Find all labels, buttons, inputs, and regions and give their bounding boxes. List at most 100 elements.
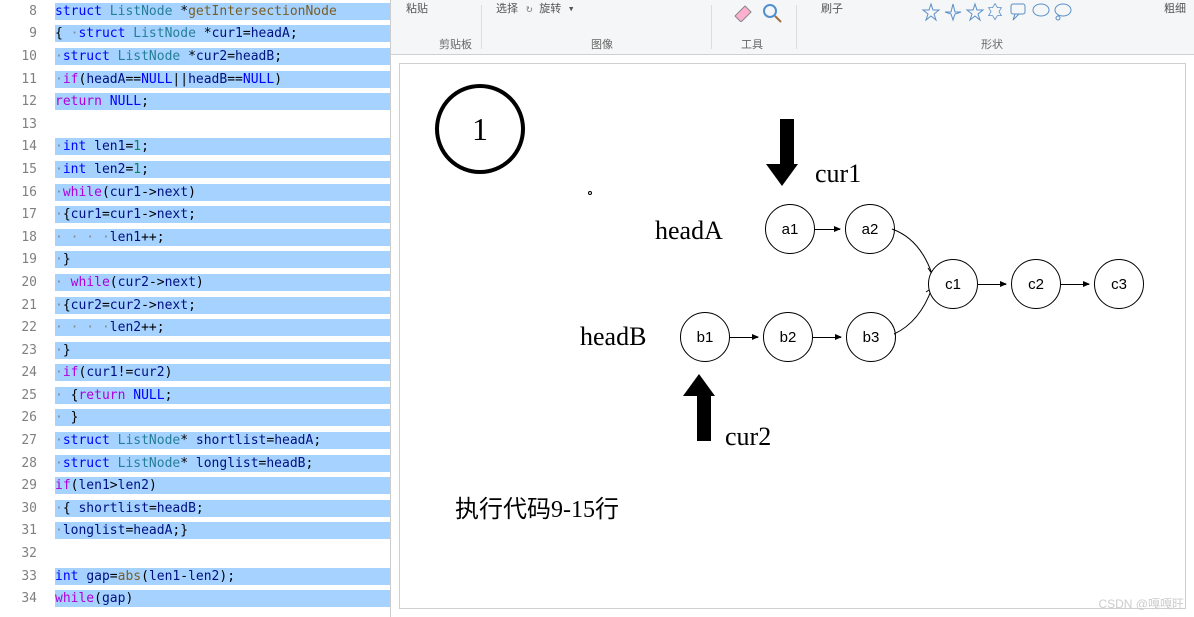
code-line[interactable]: 23·} bbox=[0, 339, 390, 362]
code-content[interactable]: ·if(cur1!=cur2) bbox=[55, 364, 390, 381]
code-content[interactable]: int gap=abs(len1-len2); bbox=[55, 568, 390, 585]
code-line[interactable]: 10·struct ListNode *cur2=headB; bbox=[0, 45, 390, 68]
line-number: 27 bbox=[0, 433, 55, 448]
node-b3: b3 bbox=[846, 312, 896, 362]
callout2-icon[interactable] bbox=[1031, 2, 1051, 22]
code-line[interactable]: 8struct ListNode *getIntersectionNode bbox=[0, 0, 390, 23]
code-content[interactable] bbox=[55, 553, 390, 555]
line-number: 28 bbox=[0, 456, 55, 471]
node-b2: b2 bbox=[763, 312, 813, 362]
star6-icon[interactable] bbox=[987, 2, 1007, 22]
line-number: 14 bbox=[0, 139, 55, 154]
node-a2: a2 bbox=[845, 204, 895, 254]
line-number: 34 bbox=[0, 591, 55, 606]
line-number: 11 bbox=[0, 72, 55, 87]
code-line[interactable]: 13 bbox=[0, 113, 390, 136]
code-content[interactable]: ·int len1=1; bbox=[55, 138, 390, 155]
callout-icon[interactable] bbox=[1009, 2, 1029, 22]
code-content[interactable]: struct ListNode *getIntersectionNode bbox=[55, 3, 390, 20]
line-number: 30 bbox=[0, 501, 55, 516]
line-number: 23 bbox=[0, 343, 55, 358]
line-number: 17 bbox=[0, 207, 55, 222]
code-line[interactable]: 15·int len2=1; bbox=[0, 158, 390, 181]
line-number: 16 bbox=[0, 185, 55, 200]
code-content[interactable]: ·struct ListNode* shortlist=headA; bbox=[55, 432, 390, 449]
code-line[interactable]: 14·int len1=1; bbox=[0, 136, 390, 159]
code-content[interactable]: ·int len2=1; bbox=[55, 161, 390, 178]
code-line[interactable]: 33int gap=abs(len1-len2); bbox=[0, 565, 390, 588]
code-content[interactable]: ·while(cur1->next) bbox=[55, 184, 390, 201]
code-line[interactable]: 31·longlist=headA;} bbox=[0, 520, 390, 543]
code-content[interactable]: return NULL; bbox=[55, 93, 390, 110]
line-number: 33 bbox=[0, 569, 55, 584]
line-number: 21 bbox=[0, 298, 55, 313]
code-content[interactable] bbox=[55, 123, 390, 125]
code-content[interactable]: · } bbox=[55, 409, 390, 426]
node-c3: c3 bbox=[1094, 259, 1144, 309]
line-number: 25 bbox=[0, 388, 55, 403]
exec-text: 执行代码9-15行 bbox=[455, 489, 619, 524]
code-editor[interactable]: 8struct ListNode *getIntersectionNode9{ … bbox=[0, 0, 390, 617]
ribbon-toolbar[interactable]: 粘贴 选择 ↻ 旋转 ▾ 刷子 粗细 剪贴板 图像 工具 形状 bbox=[391, 0, 1194, 55]
code-content[interactable]: ·{ shortlist=headB; bbox=[55, 500, 390, 517]
code-line[interactable]: 19·} bbox=[0, 249, 390, 272]
line-number: 15 bbox=[0, 162, 55, 177]
code-content[interactable]: ·{cur1=cur1->next; bbox=[55, 206, 390, 223]
thin-label[interactable]: 粗细 bbox=[1164, 0, 1186, 16]
canvas[interactable]: 1 cur1 headA a1 a2 headB b1 b2 b3 c1 c2 … bbox=[399, 63, 1186, 609]
code-content[interactable]: · · · ·len2++; bbox=[55, 319, 390, 336]
clipboard-group-label: 剪贴板 bbox=[439, 36, 472, 52]
code-content[interactable]: · {return NULL; bbox=[55, 387, 390, 404]
code-content[interactable]: · · · ·len1++; bbox=[55, 229, 390, 246]
code-line[interactable]: 28·struct ListNode* longlist=headB; bbox=[0, 452, 390, 475]
brush-label[interactable]: 刷子 bbox=[821, 0, 843, 16]
callout3-icon[interactable] bbox=[1053, 2, 1073, 22]
code-content[interactable]: ·} bbox=[55, 342, 390, 359]
code-line[interactable]: 29if(len1>len2) bbox=[0, 474, 390, 497]
line-number: 32 bbox=[0, 546, 55, 561]
code-line[interactable]: 22· · · ·len2++; bbox=[0, 316, 390, 339]
node-b1: b1 bbox=[680, 312, 730, 362]
code-content[interactable]: ·} bbox=[55, 251, 390, 268]
code-content[interactable]: ·{cur2=cur2->next; bbox=[55, 297, 390, 314]
line-number: 18 bbox=[0, 230, 55, 245]
star5-icon[interactable] bbox=[965, 2, 985, 22]
code-content[interactable]: · while(cur2->next) bbox=[55, 274, 390, 291]
code-line[interactable]: 26· } bbox=[0, 407, 390, 430]
eraser-icon[interactable] bbox=[731, 2, 755, 26]
code-content[interactable]: ·struct ListNode* longlist=headB; bbox=[55, 455, 390, 472]
select-label[interactable]: 选择 bbox=[496, 0, 518, 16]
code-line[interactable]: 9{ ·struct ListNode *cur1=headA; bbox=[0, 23, 390, 46]
code-content[interactable]: { ·struct ListNode *cur1=headA; bbox=[55, 25, 390, 42]
code-line[interactable]: 34while(gap) bbox=[0, 587, 390, 610]
cur1-label: cur1 bbox=[815, 159, 861, 189]
line-number: 12 bbox=[0, 94, 55, 109]
code-line[interactable]: 17·{cur1=cur1->next; bbox=[0, 203, 390, 226]
code-line[interactable]: 27·struct ListNode* shortlist=headA; bbox=[0, 429, 390, 452]
code-content[interactable]: ·struct ListNode *cur2=headB; bbox=[55, 48, 390, 65]
line-number: 19 bbox=[0, 252, 55, 267]
code-line[interactable]: 18· · · ·len1++; bbox=[0, 226, 390, 249]
star4-icon[interactable] bbox=[943, 2, 963, 22]
code-content[interactable]: if(len1>len2) bbox=[55, 477, 390, 494]
shape-gallery[interactable] bbox=[921, 2, 1073, 22]
code-line[interactable]: 12return NULL; bbox=[0, 90, 390, 113]
cur2-label: cur2 bbox=[725, 422, 771, 452]
code-line[interactable]: 11·if(headA==NULL||headB==NULL) bbox=[0, 68, 390, 91]
code-line[interactable]: 25· {return NULL; bbox=[0, 384, 390, 407]
code-line[interactable]: 24·if(cur1!=cur2) bbox=[0, 362, 390, 385]
line-number: 29 bbox=[0, 478, 55, 493]
line-number: 24 bbox=[0, 365, 55, 380]
paste-label[interactable]: 粘贴 bbox=[406, 0, 428, 16]
code-content[interactable]: ·if(headA==NULL||headB==NULL) bbox=[55, 71, 390, 88]
code-line[interactable]: 30·{ shortlist=headB; bbox=[0, 497, 390, 520]
code-content[interactable]: ·longlist=headA;} bbox=[55, 522, 390, 539]
magnifier-icon[interactable] bbox=[761, 2, 783, 28]
code-content[interactable]: while(gap) bbox=[55, 590, 390, 607]
code-line[interactable]: 20· while(cur2->next) bbox=[0, 271, 390, 294]
star-icon[interactable] bbox=[921, 2, 941, 22]
code-line[interactable]: 16·while(cur1->next) bbox=[0, 181, 390, 204]
rotate-label[interactable]: ↻ 旋转 ▾ bbox=[526, 0, 575, 16]
code-line[interactable]: 21·{cur2=cur2->next; bbox=[0, 294, 390, 317]
code-line[interactable]: 32 bbox=[0, 542, 390, 565]
